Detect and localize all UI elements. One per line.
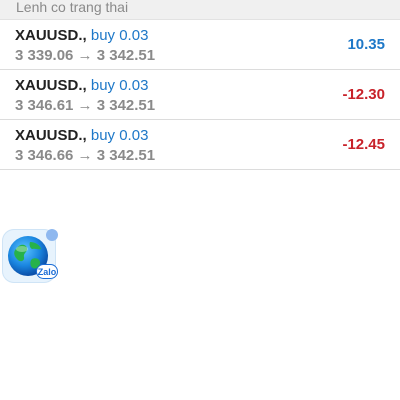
position-symbol: XAUUSD.,	[15, 27, 87, 44]
notification-dot	[46, 229, 58, 241]
position-symbol: XAUUSD.,	[15, 77, 87, 94]
position-row[interactable]: XAUUSD., buy 0.03 3 346.66 → 3 342.51 -1…	[0, 120, 400, 170]
position-side: buy 0.03	[90, 77, 149, 94]
position-title: XAUUSD., buy 0.03	[15, 127, 148, 145]
position-title: XAUUSD., buy 0.03	[15, 27, 148, 45]
section-title: Lenh co trang thai	[16, 0, 129, 15]
zalo-label: Zalo	[36, 264, 58, 279]
position-profit: 10.35	[347, 36, 385, 53]
position-prices: 3 339.06 → 3 342.51	[15, 47, 156, 64]
position-profit: -12.45	[342, 136, 385, 153]
section-header: Lenh co trang thai	[0, 0, 400, 20]
trade-screen: Lenh co trang thai XAUUSD., buy 0.03 3 3…	[0, 0, 400, 400]
position-side: buy 0.03	[90, 27, 149, 44]
position-row[interactable]: XAUUSD., buy 0.03 3 339.06 → 3 342.51 10…	[0, 20, 400, 70]
position-profit: -12.30	[342, 86, 385, 103]
position-side: buy 0.03	[90, 127, 149, 144]
zalo-floating-bubble[interactable]: Zalo	[2, 229, 58, 285]
position-title: XAUUSD., buy 0.03	[15, 77, 148, 95]
position-symbol: XAUUSD.,	[15, 127, 87, 144]
position-row[interactable]: XAUUSD., buy 0.03 3 346.61 → 3 342.51 -1…	[0, 70, 400, 120]
position-prices: 3 346.66 → 3 342.51	[15, 147, 156, 164]
position-prices: 3 346.61 → 3 342.51	[15, 97, 156, 114]
